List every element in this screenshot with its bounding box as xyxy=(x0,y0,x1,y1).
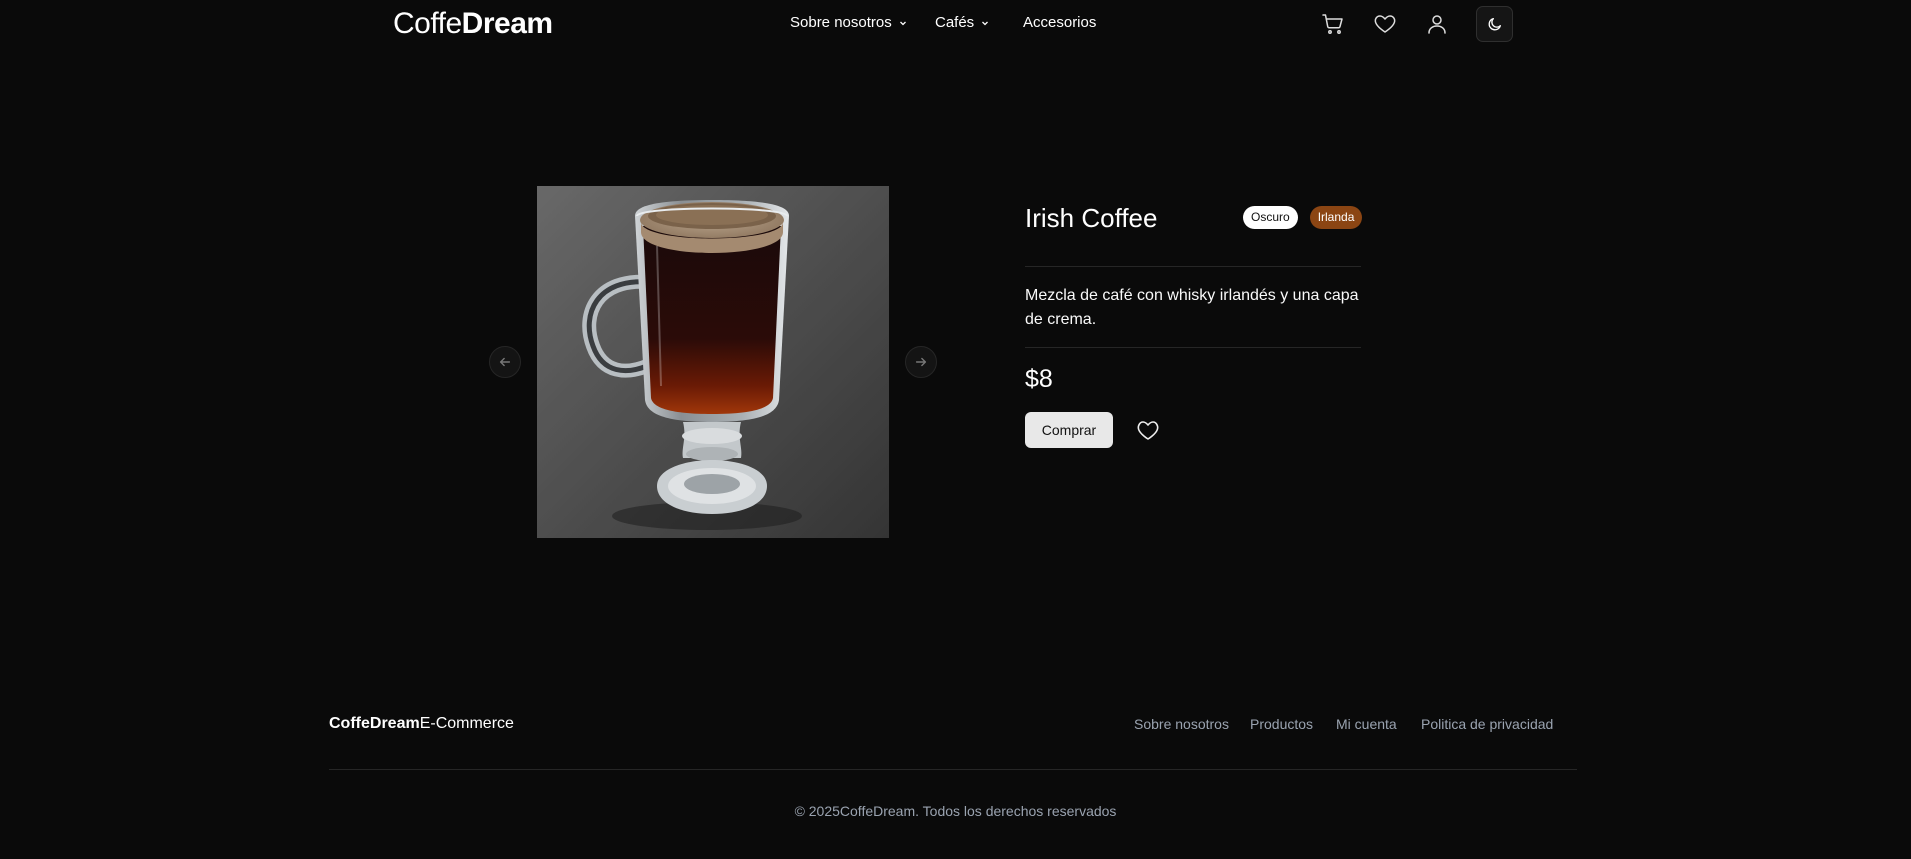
cart-icon xyxy=(1322,14,1343,34)
moon-icon xyxy=(1488,18,1501,31)
product-title: Irish Coffee xyxy=(1025,203,1158,233)
product-gallery xyxy=(488,186,938,538)
site-logo[interactable]: CoffeDream xyxy=(393,7,553,41)
nav-label: Accesorios xyxy=(1023,14,1097,31)
heart-icon xyxy=(1137,421,1159,440)
footer-link-privacidad[interactable]: Politica de privacidad xyxy=(1421,716,1553,732)
footer-divider xyxy=(329,769,1577,770)
add-to-favorites-button[interactable] xyxy=(1135,418,1161,442)
logo-bold-text: Dream xyxy=(461,7,553,40)
nav-accesorios[interactable]: Accesorios xyxy=(1023,14,1096,31)
chevron-down-icon xyxy=(899,21,906,25)
nav-label: Sobre nosotros xyxy=(790,14,892,31)
nav-sobre-nosotros[interactable]: Sobre nosotros xyxy=(790,14,908,31)
product-image xyxy=(537,186,889,538)
theme-toggle-button[interactable] xyxy=(1476,6,1513,42)
divider xyxy=(1025,347,1361,348)
footer-link-sobre-nosotros[interactable]: Sobre nosotros xyxy=(1134,716,1229,732)
nav-label: Cafés xyxy=(935,14,975,31)
buy-button[interactable]: Comprar xyxy=(1025,412,1113,448)
copyright-text: © 2025CoffeDream. Todos los derechos res… xyxy=(794,803,1117,819)
divider xyxy=(1025,266,1361,267)
next-image-button[interactable] xyxy=(905,346,937,378)
irish-coffee-photo xyxy=(537,186,889,538)
nav-cafes[interactable]: Cafés xyxy=(935,14,990,31)
product-description: Mezcla de café con whisky irlandés y una… xyxy=(1025,287,1359,328)
footer-link-mi-cuenta[interactable]: Mi cuenta xyxy=(1336,716,1397,732)
origin-badge: Irlanda xyxy=(1309,206,1363,229)
logo-light-text: Coffe xyxy=(393,7,462,40)
footer-brand-light: E-Commerce xyxy=(419,715,514,732)
arrow-right-icon xyxy=(915,357,927,367)
footer-brand-bold: CoffeDream xyxy=(329,715,420,732)
product-price: $8 xyxy=(1025,365,1053,393)
product-badges: Oscuro Irlanda xyxy=(1243,206,1363,229)
site-header: CoffeDream Sobre nosotros Cafés Accesori… xyxy=(0,0,1911,48)
chevron-down-icon xyxy=(982,21,989,25)
footer-link-productos[interactable]: Productos xyxy=(1250,716,1313,732)
previous-image-button[interactable] xyxy=(489,346,521,378)
cart-button[interactable] xyxy=(1318,9,1348,39)
account-button[interactable] xyxy=(1422,9,1452,39)
user-icon xyxy=(1428,15,1446,34)
arrow-left-icon xyxy=(499,357,511,367)
wishlist-button[interactable] xyxy=(1370,9,1400,39)
roast-badge: Oscuro xyxy=(1243,206,1298,229)
footer-brand: CoffeDreamE-Commerce xyxy=(329,715,514,733)
heart-icon xyxy=(1374,15,1396,33)
